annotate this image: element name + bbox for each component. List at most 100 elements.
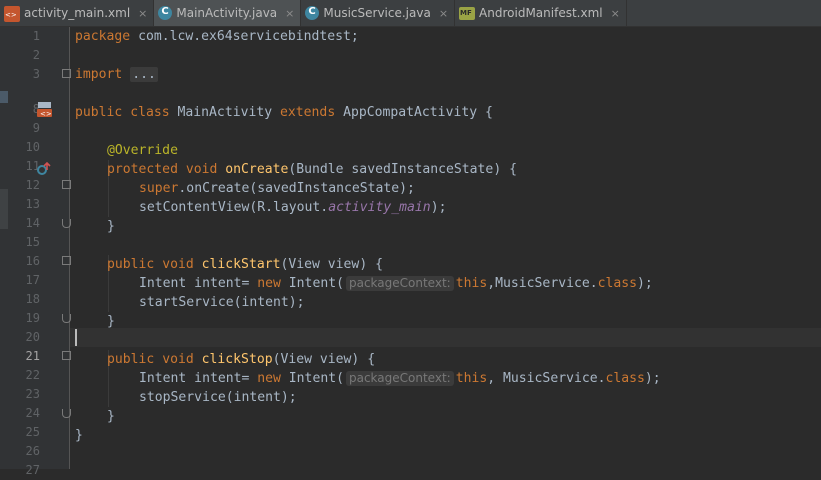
code-editor[interactable]: package com.lcw.ex64servicebindtest; imp…: [70, 27, 821, 469]
keyword: protected: [107, 162, 178, 177]
close-icon[interactable]: ×: [285, 7, 294, 20]
code-text: );: [430, 200, 447, 215]
code-text: (Bundle savedInstanceState) {: [288, 162, 517, 177]
code-text: }: [107, 409, 115, 424]
tab-label: activity_main.xml: [24, 6, 131, 20]
keyword: void: [162, 257, 194, 272]
line-number: 25: [25, 425, 40, 439]
code-text: startService(intent);: [139, 295, 305, 310]
method-name: onCreate: [225, 162, 289, 177]
code-line-13: super.onCreate(savedInstanceState);: [139, 179, 415, 198]
code-line-18: Intent intent= new Intent(packageContext…: [139, 274, 653, 293]
line-number: 3: [32, 67, 40, 81]
code-text: stopService(intent);: [139, 390, 297, 405]
line-number: 13: [25, 197, 40, 211]
close-icon[interactable]: ×: [138, 7, 147, 20]
structure-marker: [0, 189, 8, 229]
xml-file-icon: [4, 6, 20, 22]
line-number-current: 21: [25, 349, 40, 363]
keyword: super: [139, 181, 179, 196]
tab-label: MainActivity.java: [176, 6, 278, 20]
close-icon[interactable]: ×: [439, 7, 448, 20]
code-line-14: setContentView(R.layout.activity_main);: [139, 198, 446, 217]
keyword: class: [597, 276, 638, 291]
code-text: (View view) {: [280, 257, 383, 272]
line-number: 16: [25, 254, 40, 268]
java-class-icon: [158, 6, 173, 20]
text-caret: [75, 329, 77, 346]
code-text: AppCompatActivity {: [335, 105, 493, 120]
code-text: , MusicService.: [487, 371, 606, 386]
keyword: class: [130, 105, 170, 120]
code-text: setContentView(R.layout.: [139, 200, 329, 215]
folded-imports[interactable]: ...: [130, 67, 158, 82]
manifest-file-icon: [459, 6, 476, 20]
code-line-22: public void clickStop(View view) {: [107, 350, 375, 369]
code-text: ,MusicService.: [487, 276, 598, 291]
tab-main-activity-java[interactable]: MainActivity.java ×: [154, 0, 302, 26]
line-number: 12: [25, 178, 40, 192]
code-line-24: stopService(intent);: [139, 388, 297, 407]
keyword: void: [185, 162, 218, 177]
keyword: public: [107, 352, 155, 367]
line-number: 10: [25, 140, 40, 154]
keyword: package: [75, 29, 131, 44]
line-number: 19: [25, 311, 40, 325]
tab-android-manifest-xml[interactable]: AndroidManifest.xml ×: [455, 0, 627, 26]
close-icon[interactable]: ×: [611, 7, 620, 20]
code-line-17: public void clickStart(View view) {: [107, 255, 383, 274]
java-class-icon: [305, 6, 320, 20]
code-text: com.lcw.ex64servicebindtest;: [130, 29, 359, 44]
code-line-15: }: [107, 217, 115, 236]
line-number: 22: [25, 368, 40, 382]
android-layout-icon[interactable]: <>: [36, 101, 54, 119]
code-text: (View view) {: [272, 352, 376, 367]
line-number: 17: [25, 273, 40, 287]
code-line-20: }: [107, 312, 115, 331]
line-number: 2: [32, 48, 40, 62]
code-text: Intent intent=: [139, 276, 258, 291]
code-line-11: @Override: [107, 141, 178, 160]
line-number: 27: [25, 463, 40, 477]
tab-label: AndroidManifest.xml: [479, 6, 603, 20]
keyword: this: [455, 276, 488, 291]
code-text: }: [107, 314, 115, 329]
code-line-23: Intent intent= new Intent(packageContext…: [139, 369, 661, 388]
line-number: 9: [32, 121, 40, 135]
code-text: );: [637, 276, 653, 291]
code-text: );: [644, 371, 661, 386]
structure-marker: [0, 91, 8, 103]
keyword: class: [605, 371, 645, 386]
left-tool-strip: [0, 27, 8, 469]
keyword: new: [257, 371, 281, 386]
code-text: }: [75, 428, 83, 443]
code-line-9: public class MainActivity extends AppCom…: [75, 103, 493, 122]
keyword: void: [162, 352, 194, 367]
line-number-gutter[interactable]: 1 2 3 8 9 10 11 12 13 14 15 16 17 18 19 …: [8, 27, 71, 477]
code-line-3: import ...: [75, 65, 158, 84]
line-number: 24: [25, 406, 40, 420]
keyword: extends: [280, 105, 336, 120]
annotation: @Override: [107, 143, 178, 158]
code-text: Intent(: [280, 371, 344, 386]
keyword: new: [257, 276, 281, 291]
keyword: this: [455, 371, 488, 386]
code-text: Intent intent=: [139, 371, 258, 386]
tab-activity-main-xml[interactable]: activity_main.xml ×: [0, 0, 155, 26]
code-line-26: }: [75, 426, 83, 445]
field-reference: activity_main: [328, 200, 431, 215]
current-line-highlight: [70, 328, 821, 347]
code-line-19: startService(intent);: [139, 293, 305, 312]
svg-text:<>: <>: [40, 110, 52, 118]
class-name: MainActivity: [177, 105, 273, 120]
tab-music-service-java[interactable]: MusicService.java ×: [301, 0, 456, 26]
parameter-hint: packageContext:: [345, 276, 454, 291]
keyword: public: [107, 257, 155, 272]
line-number: 18: [25, 292, 40, 306]
override-method-icon[interactable]: [36, 161, 52, 177]
method-name: clickStart: [201, 257, 281, 272]
code-line-1: package com.lcw.ex64servicebindtest;: [75, 27, 359, 46]
line-number: 15: [25, 235, 40, 249]
editor-tab-bar: activity_main.xml × MainActivity.java × …: [0, 0, 821, 27]
tab-label: MusicService.java: [323, 6, 431, 20]
